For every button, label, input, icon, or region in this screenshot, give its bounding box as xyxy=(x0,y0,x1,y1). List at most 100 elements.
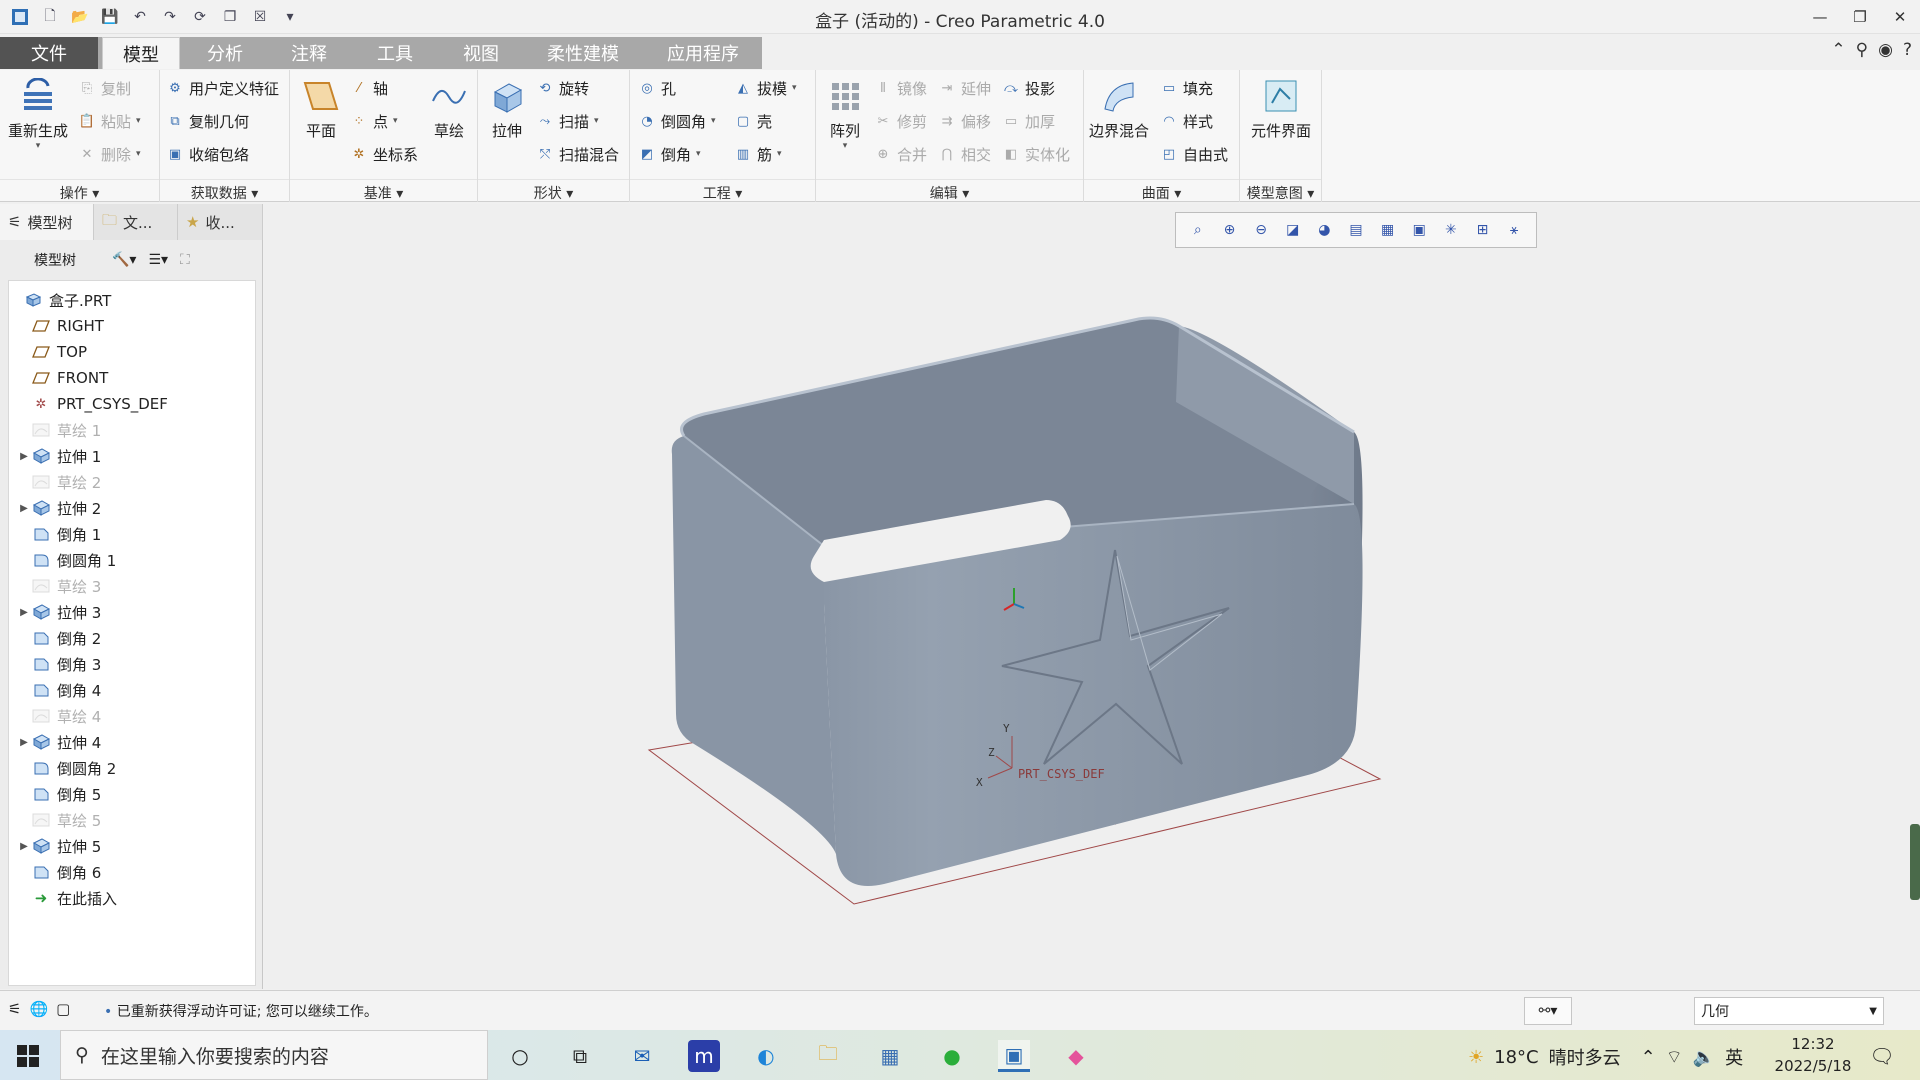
intersect-button[interactable]: ⋂ 相交 xyxy=(938,142,991,166)
tab-file[interactable]: 文件 xyxy=(0,37,98,69)
tree-node[interactable]: 草绘 1 xyxy=(17,417,101,443)
search-icon[interactable]: ⚲ xyxy=(1856,40,1868,60)
creo-launcher-icon[interactable]: ⅿ xyxy=(688,1040,720,1072)
tab-applications[interactable]: 应用程序 xyxy=(644,37,762,69)
weather-temperature[interactable]: 18°C xyxy=(1494,1047,1538,1068)
file-explorer-icon[interactable]: 🗀 xyxy=(812,1040,844,1072)
udf-button[interactable]: ⚙ 用户定义特征 xyxy=(166,76,279,100)
group-label-model-intent[interactable]: 模型意图 ▾ xyxy=(1240,179,1321,202)
minimize-icon[interactable]: — xyxy=(1800,0,1840,34)
tree-node[interactable]: 倒角 3 xyxy=(17,651,101,677)
mirror-button[interactable]: ⫴ 镜像 xyxy=(874,76,927,100)
tray-expand-icon[interactable]: ⌃ xyxy=(1641,1047,1656,1068)
tree-node[interactable]: ➜ 在此插入 xyxy=(17,885,117,911)
group-label-datum[interactable]: 基准 ▾ xyxy=(290,179,477,202)
tree-node[interactable]: 倒圆角 2 xyxy=(17,755,116,781)
trim-button[interactable]: ✂ 修剪 xyxy=(874,109,927,133)
group-label-surfaces[interactable]: 曲面 ▾ xyxy=(1084,179,1239,202)
extend-button[interactable]: ⇥ 延伸 xyxy=(938,76,991,100)
restore-icon[interactable]: ❐ xyxy=(1840,0,1880,34)
tree-node[interactable]: 倒角 2 xyxy=(17,625,101,651)
tree-show-icon[interactable]: ☰▾ xyxy=(148,252,168,268)
network-icon[interactable]: ⌔ xyxy=(1666,1046,1683,1069)
sketch-button[interactable]: 草绘 xyxy=(424,76,474,141)
tab-folder-browser[interactable]: 🗀 文... xyxy=(94,204,178,240)
tree-node[interactable]: 草绘 2 xyxy=(17,469,101,495)
graphics-area[interactable]: ⌕ ⊕ ⊖ ◪ ◕ ▤ ▦ ▣ ✳ ⊞ ⚹ Y Z X PRT_CSYS_DEF xyxy=(264,204,1920,989)
chamfer-button[interactable]: ◩ 倒角 ▾ xyxy=(638,142,701,166)
mail-icon[interactable]: ✉ xyxy=(626,1040,658,1072)
creo-parametric-taskbar-icon[interactable]: ▣ xyxy=(998,1040,1030,1072)
solidify-button[interactable]: ◧ 实体化 xyxy=(1002,142,1070,166)
tab-view[interactable]: 视图 xyxy=(440,37,522,69)
tab-flexible-modeling[interactable]: 柔性建模 xyxy=(524,37,642,69)
task-view-icon[interactable]: ⧉ xyxy=(564,1040,596,1072)
delete-button[interactable]: ✕ 删除 ▾ xyxy=(78,142,141,166)
sweep-button[interactable]: ⤳ 扫描 ▾ xyxy=(536,109,599,133)
help-icon[interactable]: ? xyxy=(1903,40,1912,60)
tree-node[interactable]: 草绘 3 xyxy=(17,573,101,599)
tree-filter-icon[interactable]: ⛶ xyxy=(180,252,190,268)
draft-button[interactable]: ◭ 拔模 ▾ xyxy=(734,76,797,100)
show-browser-icon[interactable]: 🌐 xyxy=(29,1000,48,1018)
group-label-shapes[interactable]: 形状 ▾ xyxy=(478,179,629,202)
tree-node[interactable]: RIGHT xyxy=(17,313,104,339)
point-button[interactable]: ⁘ 点 ▾ xyxy=(350,109,398,133)
copy-geometry-button[interactable]: ⧉ 复制几何 xyxy=(166,109,249,133)
collapse-ribbon-icon[interactable]: ⌃ xyxy=(1831,40,1845,60)
selection-filter[interactable]: 几何 ▼ xyxy=(1694,997,1884,1025)
wechat-icon[interactable]: ● xyxy=(936,1040,968,1072)
tree-settings-icon[interactable]: 🔨▾ xyxy=(112,252,136,268)
ime-indicator[interactable]: 英 xyxy=(1725,1044,1743,1070)
boundary-blend-button[interactable]: 边界混合 xyxy=(1086,76,1152,141)
tree-node[interactable]: TOP xyxy=(17,339,87,365)
tab-annotate[interactable]: 注释 xyxy=(268,37,350,69)
shell-button[interactable]: ▢ 壳 xyxy=(734,109,772,133)
calculator-icon[interactable]: ▦ xyxy=(874,1040,906,1072)
clock[interactable]: 12:32 2022/5/18 xyxy=(1768,1033,1858,1077)
full-screen-icon[interactable]: ▢ xyxy=(56,1000,70,1018)
revolve-button[interactable]: ⟲ 旋转 xyxy=(536,76,589,100)
group-label-editing[interactable]: 编辑 ▾ xyxy=(816,179,1083,202)
tree-node[interactable]: ▶ 拉伸 3 xyxy=(17,599,101,625)
group-label-get-data[interactable]: 获取数据 ▾ xyxy=(160,179,289,202)
shrinkwrap-button[interactable]: ▣ 收缩包络 xyxy=(166,142,249,166)
tree-node[interactable]: 盒子.PRT xyxy=(9,287,111,313)
paste-button[interactable]: 📋 粘贴 ▾ xyxy=(78,109,141,133)
volume-icon[interactable]: 🔈 xyxy=(1693,1047,1715,1068)
freestyle-button[interactable]: ◰ 自由式 xyxy=(1160,142,1228,166)
tree-node[interactable]: ▶ 拉伸 2 xyxy=(17,495,101,521)
close-icon[interactable]: ✕ xyxy=(1880,0,1920,34)
tree-node[interactable]: FRONT xyxy=(17,365,108,391)
pattern-button[interactable]: 阵列 ▾ xyxy=(820,76,870,151)
tree-node[interactable]: 草绘 4 xyxy=(17,703,101,729)
tree-node[interactable]: 倒角 5 xyxy=(17,781,101,807)
tab-model-tree[interactable]: ⚟ 模型树 xyxy=(0,204,94,240)
tree-node[interactable]: ▶ 拉伸 4 xyxy=(17,729,101,755)
expand-arrow-icon[interactable]: ▶ xyxy=(17,737,31,748)
plane-button[interactable]: 平面 xyxy=(296,76,346,141)
round-button[interactable]: ◔ 倒圆角 ▾ xyxy=(638,109,715,133)
tree-node[interactable]: 倒角 6 xyxy=(17,859,101,885)
tab-analysis[interactable]: 分析 xyxy=(184,37,266,69)
rib-button[interactable]: ▥ 筋 ▾ xyxy=(734,142,782,166)
tree-node[interactable]: 草绘 5 xyxy=(17,807,101,833)
style-button[interactable]: ◠ 样式 xyxy=(1160,109,1213,133)
csys-button[interactable]: ✲ 坐标系 xyxy=(350,142,418,166)
community-icon[interactable]: ◉ xyxy=(1878,40,1893,60)
weather-icon[interactable]: ☀ xyxy=(1468,1047,1484,1068)
group-label-engineering[interactable]: 工程 ▾ xyxy=(630,179,815,202)
regenerate-button[interactable]: 重新生成 ▾ xyxy=(4,76,72,151)
component-interface-button[interactable]: 元件界面 xyxy=(1244,76,1318,141)
paint-icon[interactable]: ◆ xyxy=(1060,1040,1092,1072)
axis-button[interactable]: ⁄ 轴 xyxy=(350,76,388,100)
edge-icon[interactable]: ◐ xyxy=(750,1040,782,1072)
tree-node[interactable]: 倒角 4 xyxy=(17,677,101,703)
tab-tools[interactable]: 工具 xyxy=(352,37,438,69)
side-scroll-handle[interactable] xyxy=(1910,824,1920,900)
swept-blend-button[interactable]: ⤲ 扫描混合 xyxy=(536,142,619,166)
merge-button[interactable]: ⊕ 合并 xyxy=(874,142,927,166)
tab-model[interactable]: 模型 xyxy=(102,37,180,69)
notification-icon[interactable]: 🗨 xyxy=(1866,1040,1898,1072)
project-button[interactable]: ⤼ 投影 xyxy=(1002,76,1055,100)
